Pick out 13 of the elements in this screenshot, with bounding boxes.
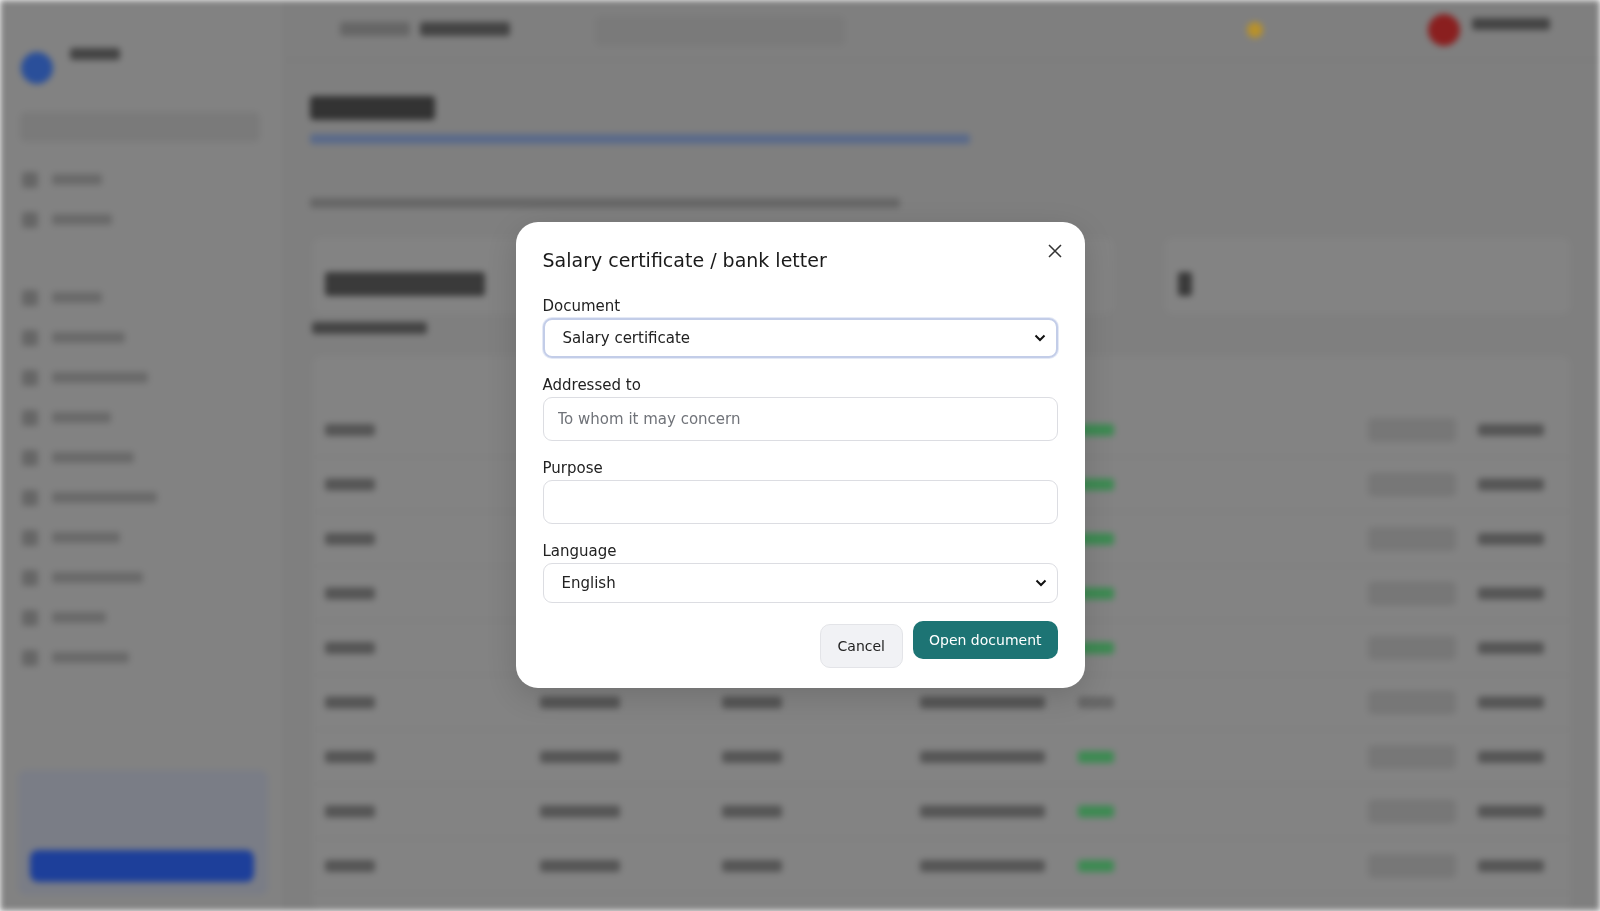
dropdown-field[interactable]: Salary certificate bbox=[542, 318, 1058, 358]
field-label: Language bbox=[542, 542, 618, 560]
dialog-title: Salary certificate / bank letter bbox=[542, 248, 828, 271]
input-field[interactable]: To whom it may concern bbox=[542, 397, 1058, 441]
chevron-down-icon bbox=[1034, 579, 1047, 587]
chevron-down-icon bbox=[1033, 334, 1046, 342]
cancel-button[interactable]: Cancel bbox=[819, 624, 903, 668]
field-label: Addressed to bbox=[542, 376, 642, 394]
dropdown-field[interactable]: English bbox=[542, 563, 1058, 603]
field-label: Purpose bbox=[542, 459, 604, 477]
field-label: Document bbox=[542, 297, 622, 315]
input-field[interactable] bbox=[542, 480, 1058, 524]
open-document-button[interactable]: Open document bbox=[913, 621, 1058, 659]
